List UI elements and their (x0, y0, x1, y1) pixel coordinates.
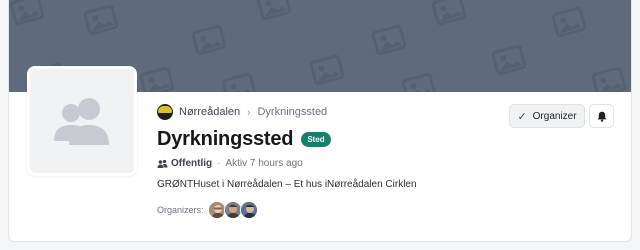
organizer-avatar[interactable] (207, 201, 226, 219)
people-icon (157, 159, 168, 168)
bell-icon (597, 111, 606, 122)
description: GRØNTHuset i Nørreådalen – Et hus iNørre… (157, 179, 417, 190)
organizers-label: Organizers: (157, 205, 204, 215)
check-icon: ✓ (517, 110, 527, 123)
title-row: Dyrkningssted Sted (157, 128, 331, 151)
org-logo[interactable] (157, 104, 173, 120)
organizer-avatar[interactable] (223, 201, 242, 219)
breadcrumb-separator: › (247, 106, 251, 118)
type-badge: Sted (301, 132, 331, 147)
group-avatar-placeholder (27, 66, 137, 176)
organizers-row: Organizers: (157, 201, 258, 219)
breadcrumb-org-link[interactable]: Nørreådalen (179, 106, 240, 118)
activity-status: Aktiv 7 hours ago (225, 158, 303, 169)
meta-row: Offentlig · Aktiv 7 hours ago (157, 158, 303, 169)
breadcrumb: Nørreådalen › Dyrkningssted (157, 104, 327, 120)
page-title: Dyrkningssted (157, 128, 294, 150)
breadcrumb-current: Dyrkningssted (257, 106, 328, 118)
organize-button-label: Organizer (532, 110, 577, 122)
organizer-avatar[interactable] (239, 201, 258, 219)
meta-separator: · (217, 158, 221, 169)
visibility-label: Offentlig (171, 158, 213, 169)
group-card: Nørreådalen › Dyrkningssted Dyrkningsste… (8, 0, 632, 242)
people-placeholder-icon (54, 98, 109, 145)
notifications-button[interactable] (589, 104, 614, 128)
organize-button[interactable]: ✓ Organizer (509, 104, 585, 128)
